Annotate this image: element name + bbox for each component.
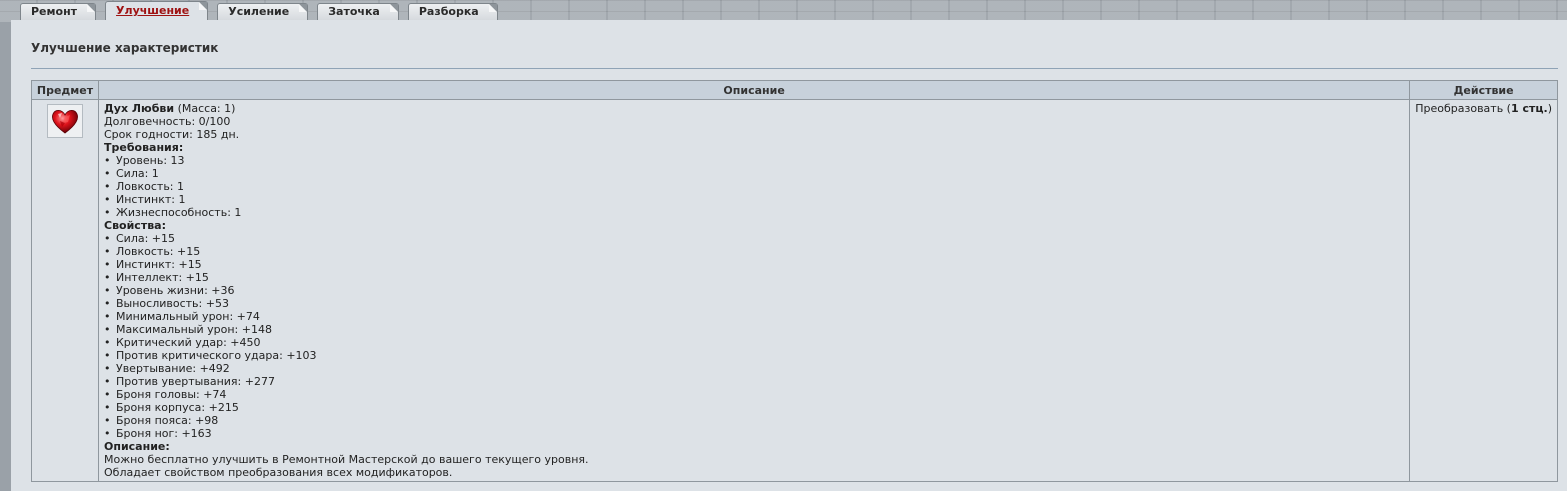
content-panel: Улучшение характеристик Предмет Описание… xyxy=(11,20,1567,491)
description-line: Можно бесплатно улучшить в Ремонтной Мас… xyxy=(104,453,589,466)
tab-label: Ремонт xyxy=(31,5,78,18)
tab-label: Усиление xyxy=(228,5,290,18)
item-mass: (Масса: 1) xyxy=(174,102,236,115)
tab-label: Заточка xyxy=(328,5,380,18)
list-item: Инстинкт: 1 xyxy=(104,193,1404,206)
tab-enhance[interactable]: Усиление xyxy=(217,3,309,20)
properties-title: Свойства: xyxy=(104,219,166,232)
list-item: Увертывание: +492 xyxy=(104,362,1404,375)
list-item: Ловкость: +15 xyxy=(104,245,1404,258)
title-divider xyxy=(31,68,1558,69)
tab-corner-icon xyxy=(87,4,96,12)
list-item: Выносливость: +53 xyxy=(104,297,1404,310)
item-title-line: Дух Любви (Масса: 1) xyxy=(104,102,1404,115)
tab-corner-icon xyxy=(488,4,497,12)
tab-corner-icon xyxy=(389,4,398,12)
heart-gem-icon xyxy=(52,109,78,134)
list-item: Интеллект: +15 xyxy=(104,271,1404,284)
tab-label: Улучшение xyxy=(116,4,190,17)
list-item: Против критического удара: +103 xyxy=(104,349,1404,362)
item-name: Дух Любви xyxy=(104,102,175,115)
list-item: Инстинкт: +15 xyxy=(104,258,1404,271)
requirements-list: Уровень: 13 Сила: 1 Ловкость: 1 Инстинкт… xyxy=(104,154,1404,219)
tab-corner-icon xyxy=(199,2,208,10)
list-item: Сила: +15 xyxy=(104,232,1404,245)
tab-corner-icon xyxy=(299,4,308,12)
list-item: Сила: 1 xyxy=(104,167,1404,180)
list-item: Против увертывания: +277 xyxy=(104,375,1404,388)
tab-sharpen[interactable]: Заточка xyxy=(317,3,399,20)
list-item: Жизнеспособность: 1 xyxy=(104,206,1404,219)
properties-list: Сила: +15 Ловкость: +15 Инстинкт: +15 Ин… xyxy=(104,232,1404,440)
list-item: Броня пояса: +98 xyxy=(104,414,1404,427)
item-durability: Долговечность: 0/100 xyxy=(104,115,231,128)
header-description: Описание xyxy=(97,80,1411,100)
list-item: Критический удар: +450 xyxy=(104,336,1404,349)
list-item: Броня корпуса: +215 xyxy=(104,401,1404,414)
description-line: Обладает свойством преобразования всех м… xyxy=(104,466,453,479)
list-item: Броня головы: +74 xyxy=(104,388,1404,401)
list-item: Уровень жизни: +36 xyxy=(104,284,1404,297)
tab-upgrade[interactable]: Улучшение xyxy=(105,1,209,20)
item-expiry: Срок годности: 185 дн. xyxy=(104,128,240,141)
item-image[interactable] xyxy=(47,104,83,138)
list-item: Максимальный урон: +148 xyxy=(104,323,1404,336)
convert-action-link[interactable]: Преобразовать (1 стц.) xyxy=(1415,102,1552,115)
list-item: Броня ног: +163 xyxy=(104,427,1404,440)
requirements-title: Требования: xyxy=(104,141,184,154)
description-cell: Дух Любви (Масса: 1) Долговечность: 0/10… xyxy=(97,99,1411,482)
list-item: Уровень: 13 xyxy=(104,154,1404,167)
tab-repair[interactable]: Ремонт xyxy=(20,3,97,20)
action-prefix: Преобразовать ( xyxy=(1415,102,1511,115)
table-header-row: Предмет Описание Действие xyxy=(31,80,1558,100)
action-suffix: ) xyxy=(1547,102,1552,115)
header-action: Действие xyxy=(1409,80,1558,100)
tab-disassemble[interactable]: Разборка xyxy=(407,3,498,20)
description-title: Описание: xyxy=(104,440,170,453)
tab-label: Разборка xyxy=(418,5,479,18)
list-item: Минимальный урон: +74 xyxy=(104,310,1404,323)
page-title: Улучшение характеристик xyxy=(31,41,219,55)
action-cell: Преобразовать (1 стц.) xyxy=(1409,99,1558,482)
action-cost: 1 стц. xyxy=(1510,102,1548,115)
item-cell xyxy=(31,99,99,482)
header-item: Предмет xyxy=(31,80,99,100)
table-row: Дух Любви (Масса: 1) Долговечность: 0/10… xyxy=(31,99,1558,482)
upgrade-table: Предмет Описание Действие Дух Любви (Мас… xyxy=(31,80,1558,482)
list-item: Ловкость: 1 xyxy=(104,180,1404,193)
tab-bar: Ремонт Улучшение Усиление Заточка Разбор… xyxy=(20,1,498,20)
